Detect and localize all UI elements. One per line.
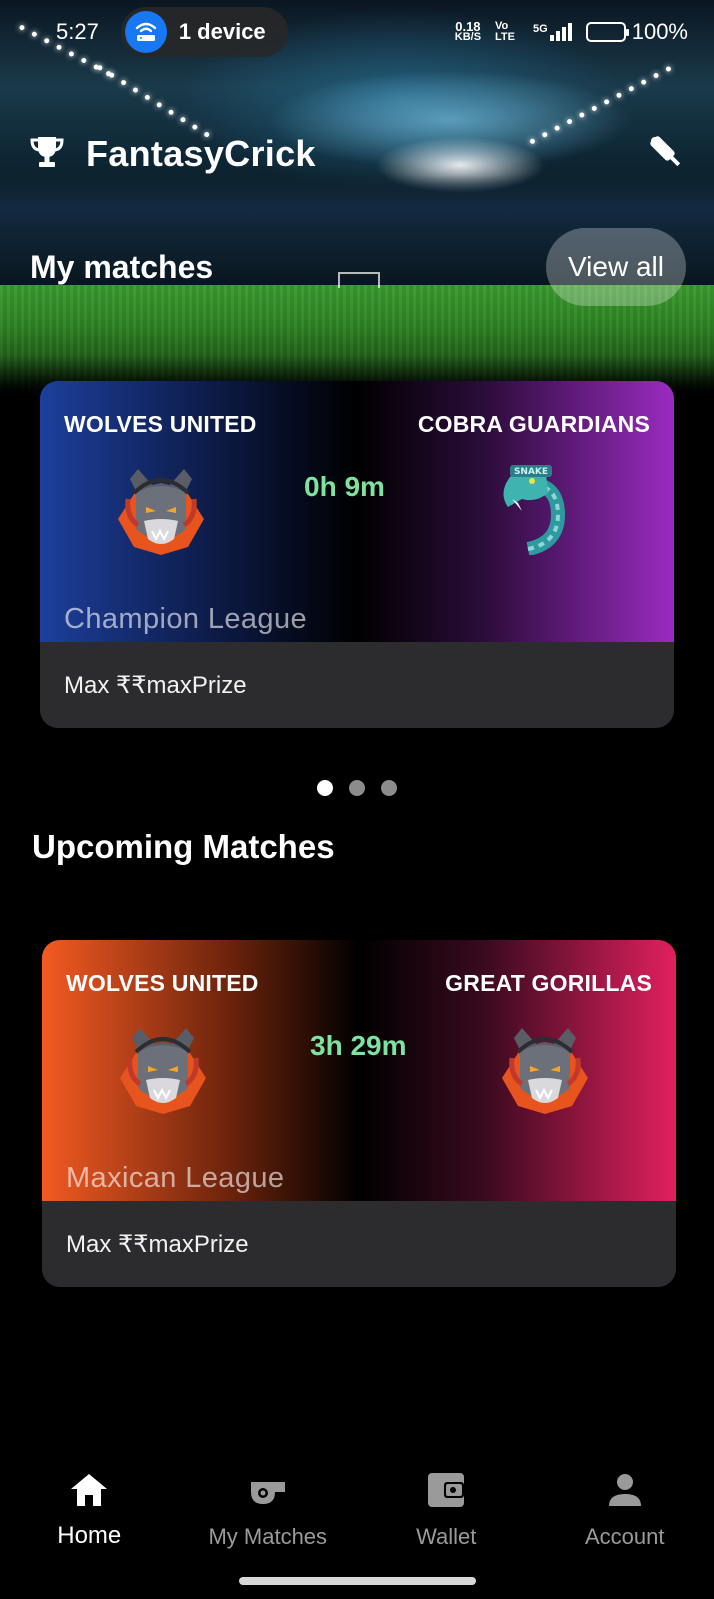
nav-item-account[interactable]: Account: [536, 1452, 714, 1582]
view-all-button[interactable]: View all: [546, 228, 686, 306]
upcoming-match-card[interactable]: WOLVES UNITED GREAT GORILLAS 3h 29m Maxi…: [42, 940, 676, 1287]
my-matches-header: My matches View all: [30, 228, 686, 306]
trophy-icon: [28, 133, 66, 176]
gorilla-logo-icon: [490, 1018, 600, 1123]
nav-label: Account: [585, 1524, 665, 1549]
team-left-name: WOLVES UNITED: [64, 411, 257, 437]
prize-row: Max ₹₹maxPrize: [64, 671, 247, 699]
home-icon: [69, 1470, 109, 1510]
nav-item-wallet[interactable]: Wallet: [357, 1452, 536, 1582]
team-right-name: GREAT GORILLAS: [445, 970, 652, 996]
match-countdown: 0h 9m: [304, 471, 385, 502]
battery-icon: [585, 22, 629, 42]
volte-indicator: Vo LTE: [495, 20, 515, 43]
prize-row: Max ₹₹maxPrize: [66, 1230, 249, 1258]
svg-text:SNAKE: SNAKE: [514, 467, 548, 477]
league-name: Champion League: [64, 603, 308, 635]
carousel-dot[interactable]: [349, 780, 365, 796]
network-speed: 0.18 KB/S: [454, 19, 482, 43]
app-bar: FantasyCrick: [28, 126, 686, 182]
nav-label: Wallet: [416, 1524, 477, 1549]
nav-item-my-matches[interactable]: My Matches: [179, 1452, 358, 1582]
carousel-indicator: [0, 780, 714, 796]
nav-label: Home: [57, 1522, 122, 1549]
battery-indicator: 100%: [585, 19, 688, 45]
team-right-name: COBRA GUARDIANS: [417, 411, 650, 437]
carousel-dot[interactable]: [317, 780, 333, 796]
status-bar: 5:27 1 device 0.18 KB/S Vo LTE 5G 100%: [0, 0, 714, 64]
wolf-logo-icon: [108, 1018, 218, 1123]
nav-label: My Matches: [208, 1524, 328, 1549]
device-pill[interactable]: 1 device: [120, 7, 288, 57]
bottom-navigation: Home My Matches Wallet Account: [0, 1452, 714, 1582]
cobra-logo-icon: SNAKE: [488, 459, 568, 560]
my-match-card[interactable]: WOLVES UNITED COBRA GUARDIANS 0h 9m SNAK…: [40, 381, 674, 728]
signal-icon: 5G: [533, 23, 572, 41]
wolf-logo-icon: [106, 459, 216, 564]
league-name: Maxican League: [66, 1162, 285, 1194]
person-icon: [607, 1470, 643, 1510]
section-title-upcoming: Upcoming Matches: [32, 828, 335, 865]
match-card-banner: WOLVES UNITED GREAT GORILLAS 3h 29m Maxi…: [42, 940, 676, 1201]
home-indicator-bar[interactable]: [239, 1577, 476, 1585]
cricket-bat-icon[interactable]: [646, 132, 686, 177]
device-count: 1 device: [178, 19, 266, 44]
router-icon: [124, 11, 167, 53]
match-countdown: 3h 29m: [310, 1030, 407, 1061]
match-card-banner: WOLVES UNITED COBRA GUARDIANS 0h 9m SNAK…: [40, 381, 674, 642]
whistle-icon: [247, 1470, 289, 1510]
status-time: 5:27: [56, 19, 99, 44]
app-title: FantasyCrick: [86, 133, 316, 174]
team-left-name: WOLVES UNITED: [66, 970, 259, 996]
nav-item-home[interactable]: Home: [0, 1452, 179, 1582]
section-title-my-matches: My matches: [30, 248, 214, 285]
carousel-dot[interactable]: [381, 780, 397, 796]
wallet-icon: [426, 1470, 466, 1510]
